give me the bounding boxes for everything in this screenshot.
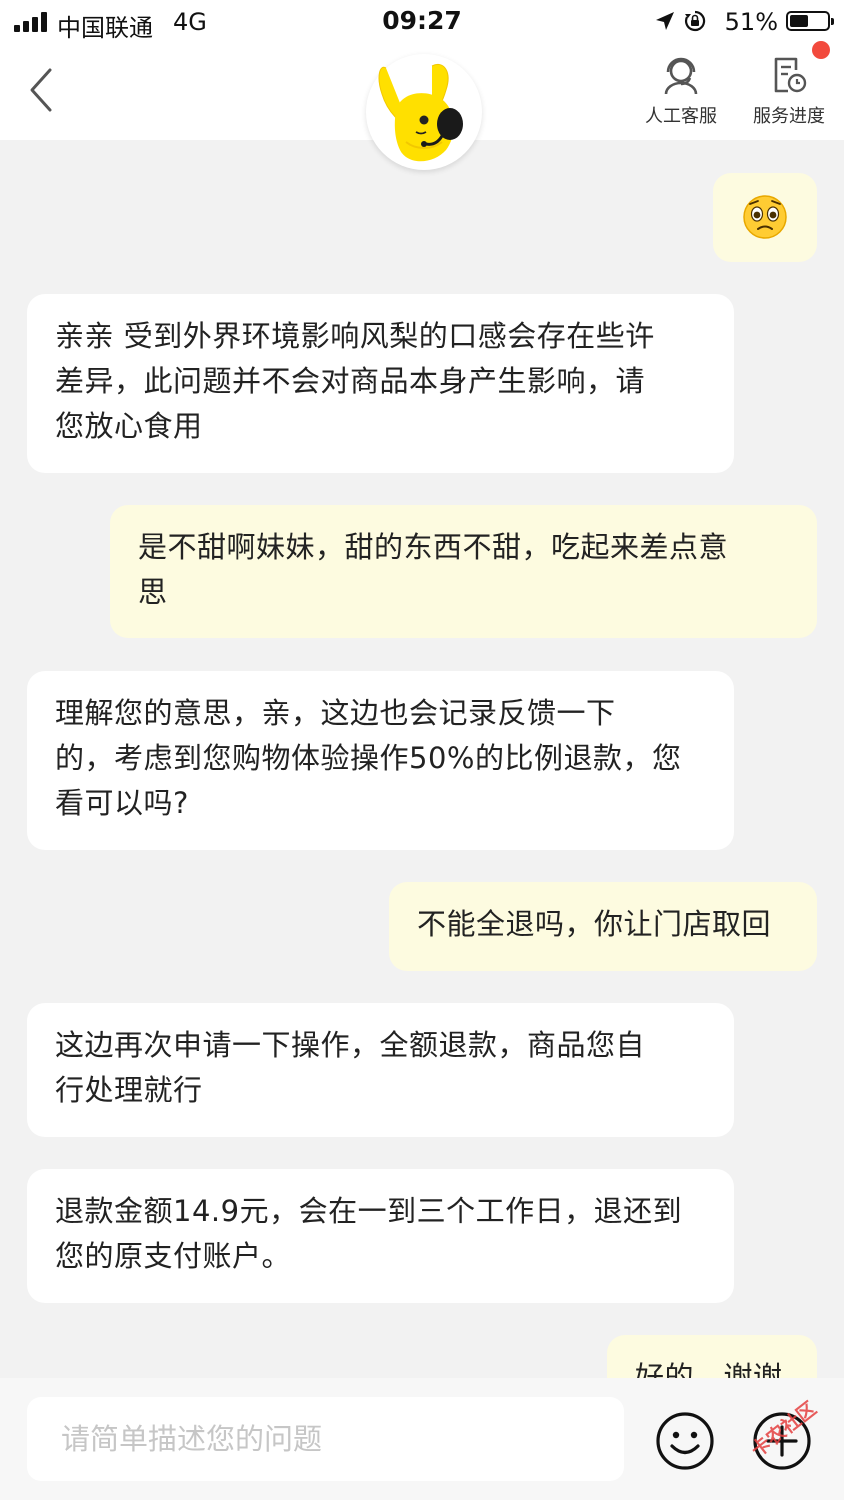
document-clock-icon	[774, 57, 807, 93]
status-bar: 中国联通 4G 09:27 51%	[0, 0, 844, 44]
service-progress-button[interactable]: 服务进度	[744, 54, 834, 134]
human-service-label: 人工客服	[645, 106, 717, 127]
battery-icon	[786, 11, 834, 31]
user-message: 是不甜啊妹妹，甜的东西不甜，吃起来差点意 思	[110, 505, 817, 638]
message-line: 您的原支付账户。	[55, 1239, 292, 1273]
agent-message: 亲亲 受到外界环境影响风梨的口感会存在些许 差异，此问题并不会对商品本身产生影响…	[27, 294, 734, 473]
back-button[interactable]	[22, 62, 62, 118]
message-line: 理解您的意思，亲，这边也会记录反馈一下	[55, 696, 616, 730]
agent-message: 退款金额14.9元，会在一到三个工作日，退还到 您的原支付账户。	[27, 1169, 734, 1303]
battery-percent: 51%	[724, 8, 778, 36]
smiley-face-icon	[656, 1412, 714, 1470]
message-line: 的，考虑到您购物体验操作50%的比例退款，您	[55, 741, 682, 775]
human-service-button[interactable]: 人工客服	[636, 54, 726, 134]
message-line: 这边再次申请一下操作，全额退款，商品您自	[55, 1028, 646, 1062]
service-progress-label: 服务进度	[753, 106, 825, 127]
agent-message: 理解您的意思，亲，这边也会记录反馈一下 的，考虑到您购物体验操作50%的比例退款…	[27, 671, 734, 850]
message-line: 行处理就行	[55, 1073, 203, 1107]
input-bar	[0, 1378, 844, 1500]
location-arrow-icon	[656, 12, 674, 30]
battery-level	[790, 15, 809, 27]
message-line: 您放心食用	[55, 409, 203, 443]
user-message: 不能全退吗，你让门店取回	[389, 882, 817, 971]
chevron-left-icon	[30, 68, 52, 112]
pleading-face-emoji	[743, 195, 787, 239]
headset-agent-icon	[664, 57, 698, 95]
message-line: 退款金额14.9元，会在一到三个工作日，退还到	[55, 1194, 683, 1228]
notification-badge	[812, 41, 830, 59]
message-line: 看可以吗?	[55, 786, 189, 820]
agent-message: 这边再次申请一下操作，全额退款，商品您自 行处理就行	[27, 1003, 734, 1137]
message-line: 亲亲 受到外界环境影响风梨的口感会存在些许	[55, 319, 655, 353]
message-line: 是不甜啊妹妹，甜的东西不甜，吃起来差点意	[138, 530, 729, 564]
user-message: 好的，谢谢	[607, 1335, 817, 1378]
chat-area[interactable]: 亲亲 受到外界环境影响风梨的口感会存在些许 差异，此问题并不会对商品本身产生影响…	[0, 140, 844, 1378]
message-line: 好的，谢谢	[635, 1360, 783, 1378]
message-line: 思	[138, 575, 168, 609]
user-emoji-message	[713, 173, 817, 262]
emoji-button[interactable]	[655, 1411, 715, 1471]
status-right: 51%	[630, 8, 834, 36]
message-line: 不能全退吗，你让门店取回	[417, 907, 772, 941]
message-input[interactable]	[27, 1397, 624, 1481]
orientation-lock-icon	[684, 10, 706, 32]
message-line: 差异，此问题并不会对商品本身产生影响，请	[55, 364, 646, 398]
